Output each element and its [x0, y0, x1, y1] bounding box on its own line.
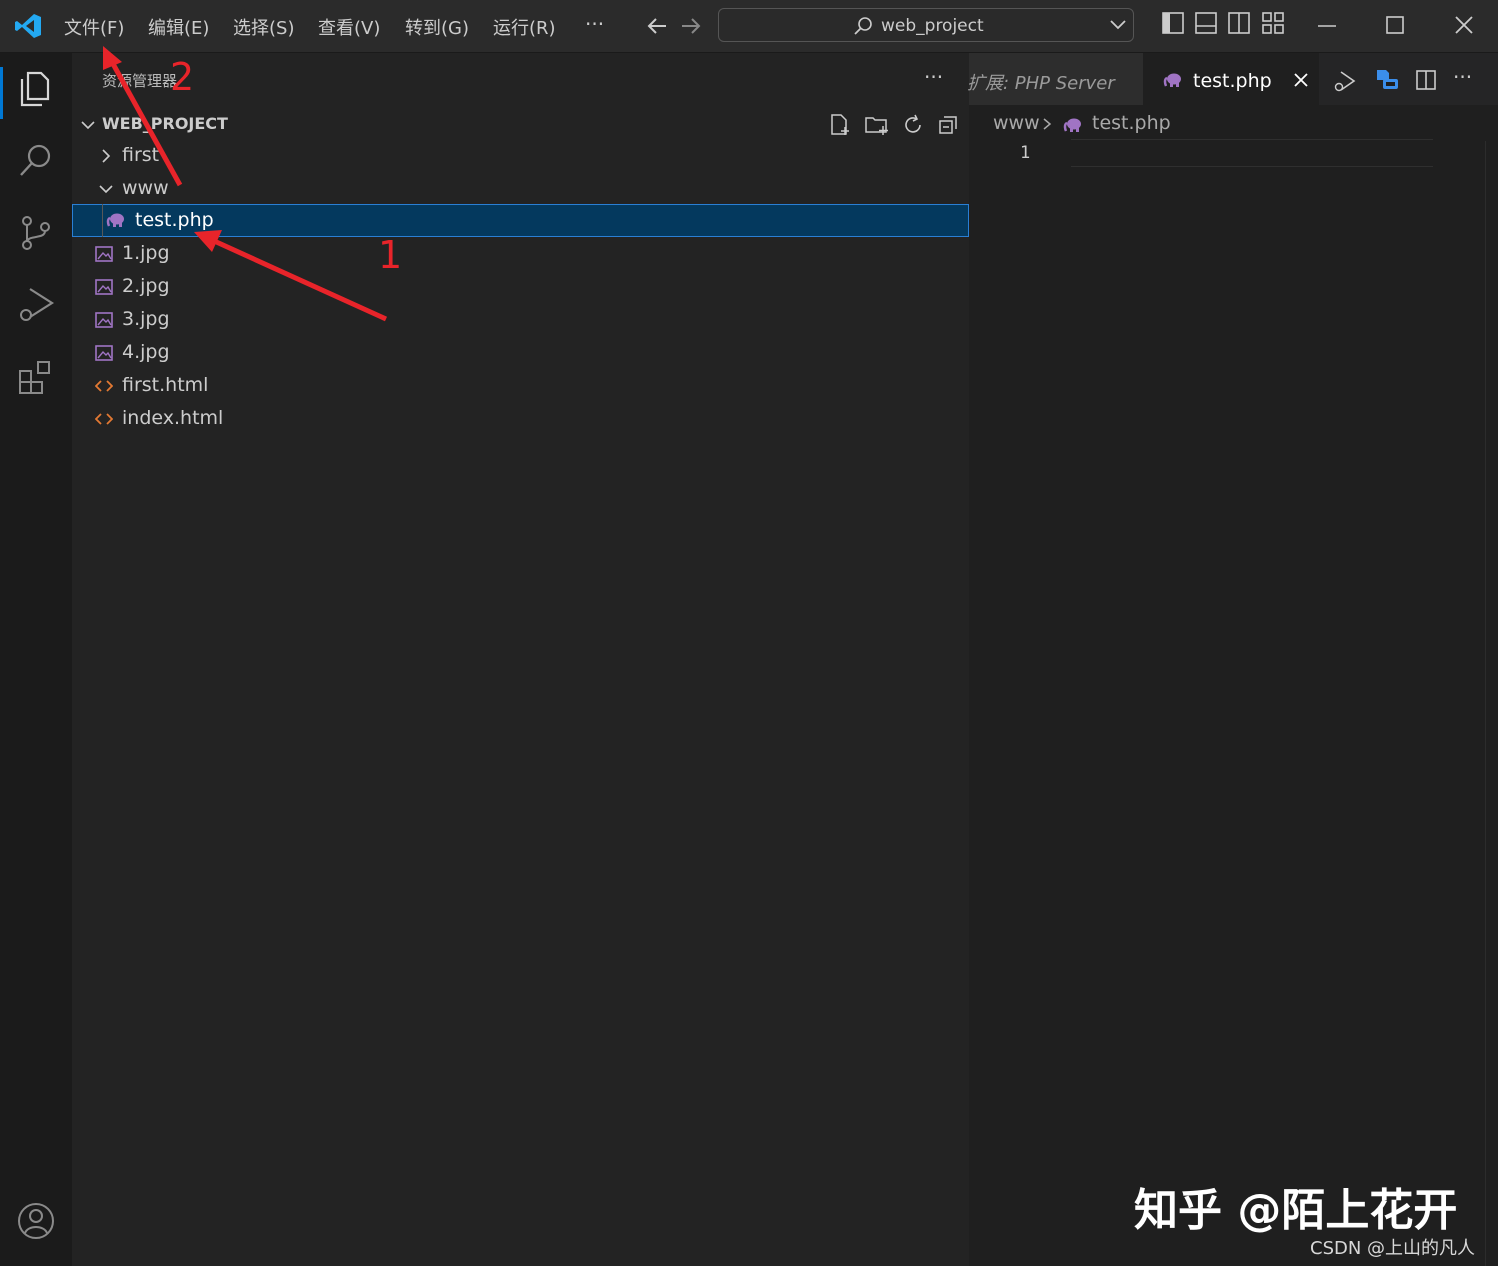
- annotation-label-2: 2: [170, 55, 195, 99]
- annotation-arrows: [103, 46, 388, 322]
- annotation-arrow-2: [103, 46, 183, 187]
- watermark-zhihu: 知乎 @陌上花开: [1134, 1185, 1458, 1236]
- annotation-label-1: 1: [378, 233, 403, 277]
- watermark-csdn: CSDN @上山的凡人: [1310, 1238, 1476, 1259]
- annotation-arrow-1: [194, 230, 388, 322]
